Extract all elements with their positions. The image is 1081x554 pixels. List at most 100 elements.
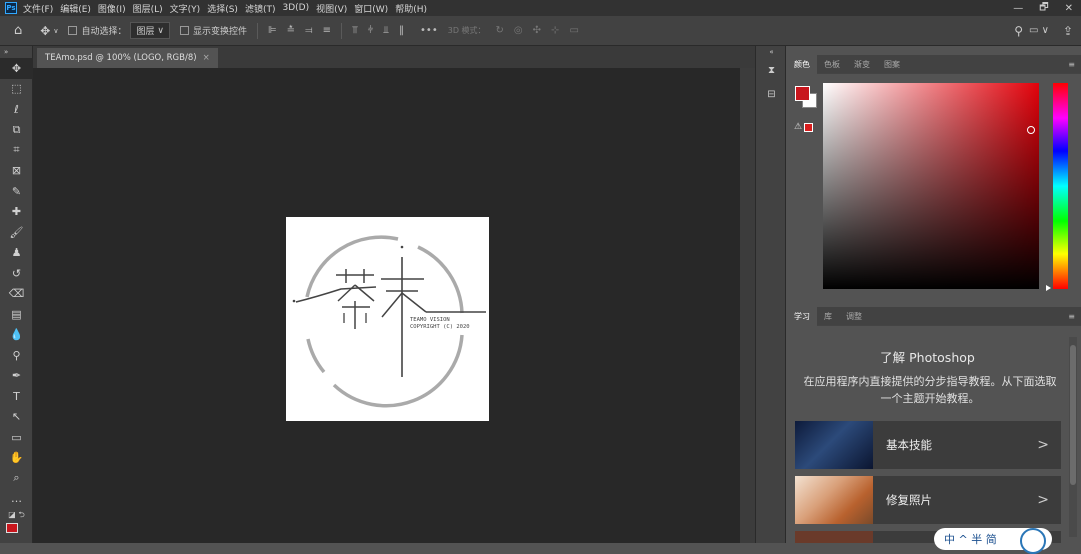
clone-stamp-tool-icon[interactable]: ♟ (0, 243, 33, 264)
distribute-icon[interactable]: ≡ (323, 25, 331, 36)
menu-select[interactable]: 选择(S) (207, 2, 238, 15)
tab-libraries[interactable]: 库 (817, 307, 839, 326)
marquee-tool-icon[interactable]: ⬚ (0, 79, 33, 100)
foreground-color-swatch[interactable] (0, 523, 33, 533)
3d-slide-icon[interactable]: ⊹ (551, 25, 559, 36)
tab-patterns[interactable]: 图案 (877, 55, 907, 74)
gamut-warning[interactable]: ⚠ (794, 122, 814, 132)
hue-slider-handle[interactable] (1046, 285, 1051, 291)
3d-camera-icon[interactable]: ▭ (569, 25, 578, 36)
tab-learn[interactable]: 学习 (787, 306, 817, 326)
menu-image[interactable]: 图像(I) (98, 2, 126, 15)
close-button[interactable]: ✕ (1065, 3, 1073, 14)
move-tool-icon[interactable]: ✥ (0, 58, 33, 79)
color-picker-handle[interactable] (1027, 126, 1035, 134)
home-icon[interactable]: ⌂ (14, 23, 22, 38)
frame-tool-icon[interactable]: ⊠ (0, 161, 33, 182)
chevron-right-icon: > (1037, 437, 1049, 453)
learn-panel-tabs: 学习 库 调整 ≡ (787, 306, 1081, 326)
options-bar: ⌂ ✥ ∨ 自动选择： 图层 ∨ 显示变换控件 ⊫ ≛ ⫤ ≡ ⫪ ⫩ ⫫ ‖ … (0, 16, 1081, 46)
lesson-label: 基本技能 (886, 438, 932, 452)
auto-select-dropdown[interactable]: 图层 ∨ (130, 22, 170, 39)
align-center-icon[interactable]: ≛ (287, 25, 295, 36)
gradient-tool-icon[interactable]: ▤ (0, 304, 33, 325)
show-transform-label: 显示变换控件 (192, 27, 247, 37)
swap-colors-icon[interactable]: ◪ ⮌ (0, 509, 33, 523)
lesson-fix-photo[interactable]: 修复照片 > (795, 476, 1061, 524)
properties-panel-icon[interactable]: ⊟ (756, 82, 787, 106)
align-bottom-icon[interactable]: ⫫ (383, 25, 389, 36)
align-left-icon[interactable]: ⊫ (268, 25, 277, 36)
tab-color[interactable]: 颜色 (787, 54, 817, 74)
hue-slider[interactable] (1053, 83, 1068, 289)
show-transform-checkbox[interactable]: 显示变换控件 (179, 24, 247, 37)
blur-tool-icon[interactable]: 💧 (0, 325, 33, 346)
tab-swatches[interactable]: 色板 (817, 55, 847, 74)
workspace-icon[interactable]: ▭ ∨ (1029, 25, 1049, 36)
dodge-tool-icon[interactable]: ⚲ (0, 345, 33, 366)
distribute-vertical-icon[interactable]: ‖ (399, 25, 404, 36)
3d-drag-icon[interactable]: ✣ (533, 25, 541, 36)
menu-edit[interactable]: 编辑(E) (60, 2, 91, 15)
auto-select-checkbox[interactable]: 自动选择： (68, 24, 126, 37)
brush-tool-icon[interactable]: 🖌 (0, 222, 33, 243)
pen-tool-icon[interactable]: ✒ (0, 366, 33, 387)
eyedropper-tool-icon[interactable]: ✎ (0, 181, 33, 202)
learn-title: 了解 Photoshop (880, 350, 975, 365)
document-tab[interactable]: TEAmo.psd @ 100% (LOGO, RGB/8) × (37, 48, 218, 68)
lesson-label: 修复照片 (886, 493, 932, 507)
close-tab-icon[interactable]: × (203, 53, 210, 63)
tools-panel: » ✥ ⬚ ℓ ⧉ ⌗ ⊠ ✎ ✚ 🖌 ♟ ↺ ⌫ ▤ 💧 ⚲ ✒ T ↖ ▭ … (0, 46, 33, 543)
search-icon[interactable]: ⚲ (1014, 24, 1023, 38)
more-options-button[interactable]: ••• (420, 25, 438, 36)
align-middle-icon[interactable]: ⫩ (368, 25, 374, 36)
menu-3d[interactable]: 3D(D) (282, 3, 309, 13)
move-tool-icon[interactable]: ✥ ∨ (40, 24, 58, 38)
foreground-color-swatch[interactable] (795, 86, 810, 101)
lesson-basic-skills[interactable]: 基本技能 > (795, 421, 1061, 469)
color-field[interactable] (823, 83, 1039, 289)
type-tool-icon[interactable]: T (0, 386, 33, 407)
canvas-scrollbar[interactable] (740, 68, 755, 543)
tab-gradients[interactable]: 渐变 (847, 55, 877, 74)
edit-toolbar-icon[interactable]: … (0, 489, 33, 510)
crop-tool-icon[interactable]: ⌗ (0, 140, 33, 161)
document-title: TEAmo.psd @ 100% (LOGO, RGB/8) (45, 53, 197, 63)
lasso-tool-icon[interactable]: ℓ (0, 99, 33, 120)
canvas-area[interactable]: TEAMO VISION COPYRIGHT (C) 2020 (33, 68, 740, 543)
3d-roll-icon[interactable]: ◎ (514, 25, 523, 36)
menu-type[interactable]: 文字(Y) (170, 2, 201, 15)
learn-scrollbar-thumb[interactable] (1070, 345, 1076, 485)
hand-tool-icon[interactable]: ✋ (0, 448, 33, 469)
object-select-tool-icon[interactable]: ⧉ (0, 120, 33, 141)
3d-rotate-icon[interactable]: ↻ (496, 25, 504, 36)
history-brush-tool-icon[interactable]: ↺ (0, 263, 33, 284)
menu-filter[interactable]: 滤镜(T) (245, 2, 276, 15)
eraser-tool-icon[interactable]: ⌫ (0, 284, 33, 305)
history-panel-icon[interactable]: ⧗ (756, 58, 787, 82)
auto-select-label: 自动选择： (81, 27, 127, 37)
menu-file[interactable]: 文件(F) (23, 2, 53, 15)
minimize-button[interactable]: — (1013, 3, 1023, 14)
align-top-icon[interactable]: ⫪ (352, 25, 358, 36)
zoom-tool-icon[interactable]: ⌕ (0, 468, 33, 489)
menu-window[interactable]: 窗口(W) (354, 2, 388, 15)
panel-menu-icon[interactable]: ≡ (1068, 60, 1075, 69)
menu-view[interactable]: 视图(V) (316, 2, 347, 15)
artboard[interactable]: TEAMO VISION COPYRIGHT (C) 2020 (286, 217, 489, 421)
restore-button[interactable]: 🗗 (1039, 0, 1048, 17)
tab-adjustments[interactable]: 调整 (839, 307, 869, 326)
align-right-icon[interactable]: ⫤ (305, 25, 313, 36)
gamut-swatch (804, 122, 814, 132)
path-select-tool-icon[interactable]: ↖ (0, 407, 33, 428)
chevron-right-icon: > (1037, 492, 1049, 508)
share-icon[interactable]: ⇪ (1063, 24, 1073, 38)
menu-help[interactable]: 帮助(H) (395, 2, 427, 15)
panel-menu-icon[interactable]: ≡ (1068, 312, 1075, 321)
collapse-dock-icon[interactable]: « (756, 46, 787, 58)
healing-brush-tool-icon[interactable]: ✚ (0, 202, 33, 223)
ime-logo-icon[interactable] (1020, 528, 1046, 554)
rectangle-tool-icon[interactable]: ▭ (0, 427, 33, 448)
menu-layer[interactable]: 图层(L) (133, 2, 163, 15)
collapse-icon[interactable]: » (0, 46, 33, 58)
